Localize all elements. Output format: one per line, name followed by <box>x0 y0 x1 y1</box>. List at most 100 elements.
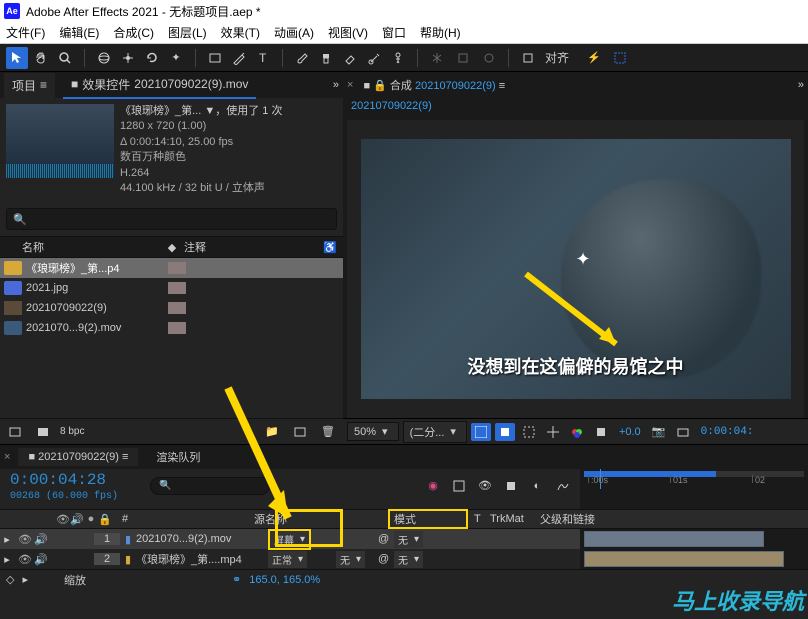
snapping-options-icon[interactable]: ⚡ <box>583 47 605 69</box>
blend-mode-dropdown[interactable]: 屏幕 ▾ <box>268 529 311 550</box>
tab-project[interactable]: 项目 ≡ <box>4 73 55 98</box>
audio-toggle[interactable]: 🔊 <box>34 552 48 566</box>
panel-menu-icon[interactable]: » <box>333 79 339 91</box>
timeline-ruler[interactable]: :00s 01s 02 <box>580 469 808 489</box>
asset-row[interactable]: 《琅琊榜》_第...p4 <box>0 258 343 278</box>
menu-view[interactable]: 视图(V) <box>328 24 368 41</box>
close-tab-icon[interactable]: × <box>347 79 353 91</box>
label-color[interactable] <box>168 322 186 334</box>
project-search-input[interactable]: 🔍 <box>6 208 337 230</box>
menu-animation[interactable]: 动画(A) <box>274 24 314 41</box>
lock-icon[interactable]: 🔒 <box>98 512 112 526</box>
twirl-icon[interactable]: ▸ <box>0 553 14 566</box>
keyframe-nav-icon[interactable]: ◇ <box>6 573 14 586</box>
label-color[interactable] <box>168 282 186 294</box>
clone-stamp-tool[interactable] <box>315 47 337 69</box>
constrain-icon[interactable]: ⚭ <box>232 573 241 586</box>
panel-menu-icon[interactable]: » <box>798 79 804 91</box>
scale-value[interactable]: 165.0, 165.0% <box>249 574 320 586</box>
menu-layer[interactable]: 图层(L) <box>168 24 207 41</box>
layer-clip-bar[interactable] <box>584 531 764 547</box>
type-tool[interactable]: T <box>252 47 274 69</box>
col-parent[interactable]: 父级和链接 <box>534 511 624 527</box>
channel-icon[interactable] <box>567 423 587 441</box>
pickwhip-icon[interactable]: @ <box>378 553 394 565</box>
timeline-tab[interactable]: ■ 20210709022(9) ≡ <box>18 448 138 466</box>
audio-icon[interactable]: 🔊 <box>70 512 84 526</box>
col-t[interactable]: T <box>468 513 484 525</box>
menu-window[interactable]: 窗口 <box>382 24 406 41</box>
exposure-value[interactable]: +0.0 <box>619 426 641 438</box>
rectangle-tool[interactable] <box>204 47 226 69</box>
search-icon[interactable] <box>609 47 631 69</box>
solo-toggle[interactable] <box>50 532 64 546</box>
asset-row[interactable]: 2021.jpg <box>0 278 343 298</box>
new-folder-icon[interactable]: 📁 <box>261 421 283 443</box>
comp-tab[interactable]: ■ 🔒 合成 20210709022(9) ≡ <box>363 77 505 93</box>
eye-icon[interactable]: 👁 <box>56 512 70 526</box>
bpc-toggle[interactable] <box>32 421 54 443</box>
timeline-search-input[interactable] <box>150 477 270 495</box>
menu-effect[interactable]: 效果(T) <box>221 24 260 41</box>
menu-edit[interactable]: 编辑(E) <box>59 24 99 41</box>
eye-toggle[interactable]: 👁 <box>18 532 32 546</box>
tab-effect-controls[interactable]: ■ 效果控件 20210709022(9).mov <box>63 72 256 99</box>
interpret-footage-icon[interactable] <box>4 421 26 443</box>
asset-row[interactable]: 2021070...9(2).mov <box>0 318 343 338</box>
puppet-tool[interactable] <box>387 47 409 69</box>
col-label[interactable]: ◆ <box>160 241 184 254</box>
layer-row[interactable]: ▸ 👁🔊 1 ▮ 2021070...9(2).mov 屏幕 ▾ @ 无 ▾ <box>0 529 580 549</box>
rotate-tool[interactable] <box>141 47 163 69</box>
playhead[interactable] <box>600 469 601 489</box>
comp-mini-flowchart-icon[interactable]: ◉ <box>422 475 444 497</box>
close-tab-icon[interactable]: × <box>4 451 10 463</box>
render-queue-tab[interactable]: 渲染队列 <box>146 446 210 468</box>
comp-breadcrumb[interactable]: 20210709022(9) <box>343 98 808 120</box>
roto-brush-tool[interactable] <box>363 47 385 69</box>
mask-toggle-icon[interactable] <box>495 423 515 441</box>
eye-toggle[interactable]: 👁 <box>18 552 32 566</box>
col-type[interactable]: 注释 <box>184 239 244 255</box>
col-options-icon[interactable]: ♿ <box>323 241 343 254</box>
bpc-label[interactable]: 8 bpc <box>60 426 84 437</box>
brush-tool[interactable] <box>291 47 313 69</box>
viewer-timecode[interactable]: 0:00:04: <box>701 426 754 438</box>
resolution-dropdown[interactable]: (二分... ▾ <box>403 421 467 443</box>
zoom-tool[interactable] <box>54 47 76 69</box>
local-axis-icon[interactable] <box>426 47 448 69</box>
guides-icon[interactable] <box>543 423 563 441</box>
col-trkmat[interactable]: TrkMat <box>484 513 534 525</box>
transparency-grid-icon[interactable] <box>471 423 491 441</box>
show-snapshot-icon[interactable] <box>673 423 693 441</box>
pan-behind-tool[interactable] <box>117 47 139 69</box>
snapshot-icon[interactable]: 📷 <box>649 423 669 441</box>
zoom-dropdown[interactable]: 50% ▾ <box>347 422 399 441</box>
label-color[interactable] <box>168 302 186 314</box>
view-axis-icon[interactable] <box>478 47 500 69</box>
motion-blur-icon[interactable]: ◐ <box>526 475 548 497</box>
layer-name[interactable]: 《琅琊榜》_第....mp4 <box>136 551 268 567</box>
reset-exposure-icon[interactable] <box>591 423 611 441</box>
new-comp-icon[interactable] <box>289 421 311 443</box>
col-source-name[interactable]: 源名称 <box>248 511 388 527</box>
twirl-icon[interactable]: ▸ <box>0 533 14 546</box>
graph-editor-icon[interactable] <box>552 475 574 497</box>
frame-blend-icon[interactable] <box>500 475 522 497</box>
trkmat-dropdown[interactable]: 无 ▾ <box>336 551 365 568</box>
draft3d-icon[interactable] <box>448 475 470 497</box>
world-axis-icon[interactable] <box>452 47 474 69</box>
selection-tool[interactable] <box>6 47 28 69</box>
menu-composition[interactable]: 合成(C) <box>113 24 154 41</box>
menu-help[interactable]: 帮助(H) <box>420 24 461 41</box>
hide-shy-icon[interactable]: 👁 <box>474 475 496 497</box>
menu-file[interactable]: 文件(F) <box>6 24 45 41</box>
parent-dropdown[interactable]: 无 ▾ <box>394 551 423 568</box>
asset-title[interactable]: 《琅琊榜》_第... ▼ <box>120 105 215 117</box>
layer-clip-bar[interactable] <box>584 551 784 567</box>
current-timecode[interactable]: 0:00:04:28 <box>0 469 150 491</box>
layer-name[interactable]: 2021070...9(2).mov <box>136 533 268 545</box>
snapping-toggle[interactable] <box>517 47 539 69</box>
hand-tool[interactable] <box>30 47 52 69</box>
orbit-tool[interactable] <box>93 47 115 69</box>
comp-viewer[interactable]: ✦ 没想到在这偏僻的易馆之中 <box>347 120 804 418</box>
